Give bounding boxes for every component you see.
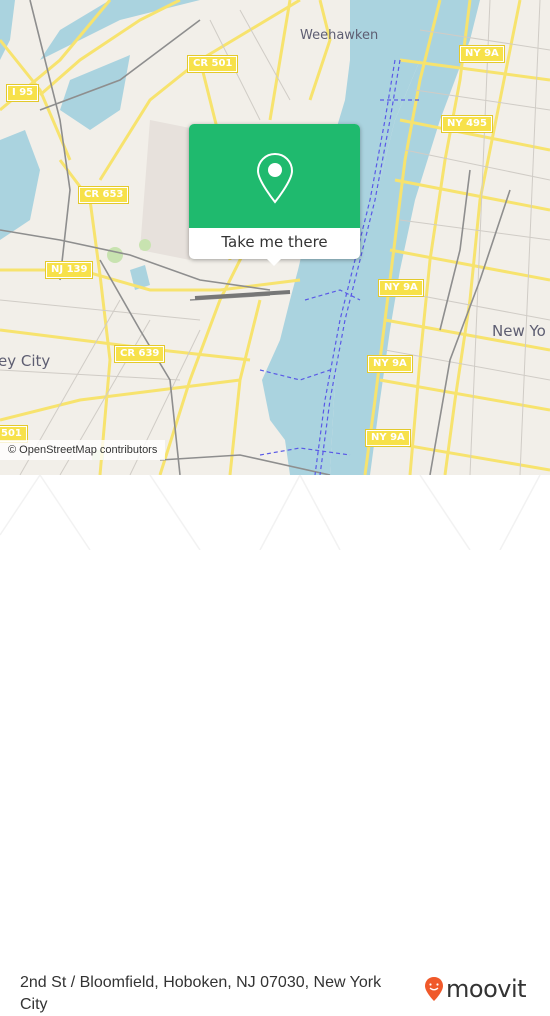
map-attribution[interactable]: © OpenStreetMap contributors bbox=[0, 440, 166, 460]
road-shield-ny9a: NY 9A bbox=[365, 429, 411, 447]
popup-pointer bbox=[266, 258, 282, 266]
road-shield-cr653: CR 653 bbox=[77, 186, 130, 204]
moovit-pin-icon bbox=[425, 977, 443, 1001]
place-label-new-york: New Yo bbox=[492, 322, 546, 340]
road-shield-ny9a: NY 9A bbox=[459, 45, 505, 63]
take-me-there-button[interactable]: Take me there bbox=[189, 228, 360, 259]
road-shield-i95: I 95 bbox=[5, 84, 40, 102]
address-text: 2nd St / Bloomfield, Hoboken, NJ 07030, … bbox=[20, 974, 382, 1013]
road-shield-cr501: CR 501 bbox=[186, 55, 239, 73]
road-shield-ny495: NY 495 bbox=[441, 115, 493, 133]
footer-background-pattern bbox=[0, 475, 541, 550]
road-shield-nj139: NJ 139 bbox=[44, 261, 94, 279]
map[interactable]: Weehawken New Yo ey City I 95 CR 501 NY … bbox=[0, 0, 550, 475]
place-label-weehawken: Weehawken bbox=[300, 28, 379, 43]
footer: 2nd St / Bloomfield, Hoboken, NJ 07030, … bbox=[0, 475, 550, 1013]
location-popup: Take me there bbox=[189, 124, 360, 266]
place-label-jersey-city: ey City bbox=[0, 352, 51, 370]
road-shield-cr639: CR 639 bbox=[113, 345, 166, 363]
moovit-logo[interactable]: moovit bbox=[424, 975, 527, 1003]
road-shield-ny9a: NY 9A bbox=[367, 355, 413, 373]
location-pin-icon bbox=[256, 152, 294, 204]
popup-header bbox=[189, 124, 360, 228]
road-shield-ny9a: NY 9A bbox=[378, 279, 424, 297]
moovit-wordmark: moovit bbox=[446, 975, 527, 1003]
